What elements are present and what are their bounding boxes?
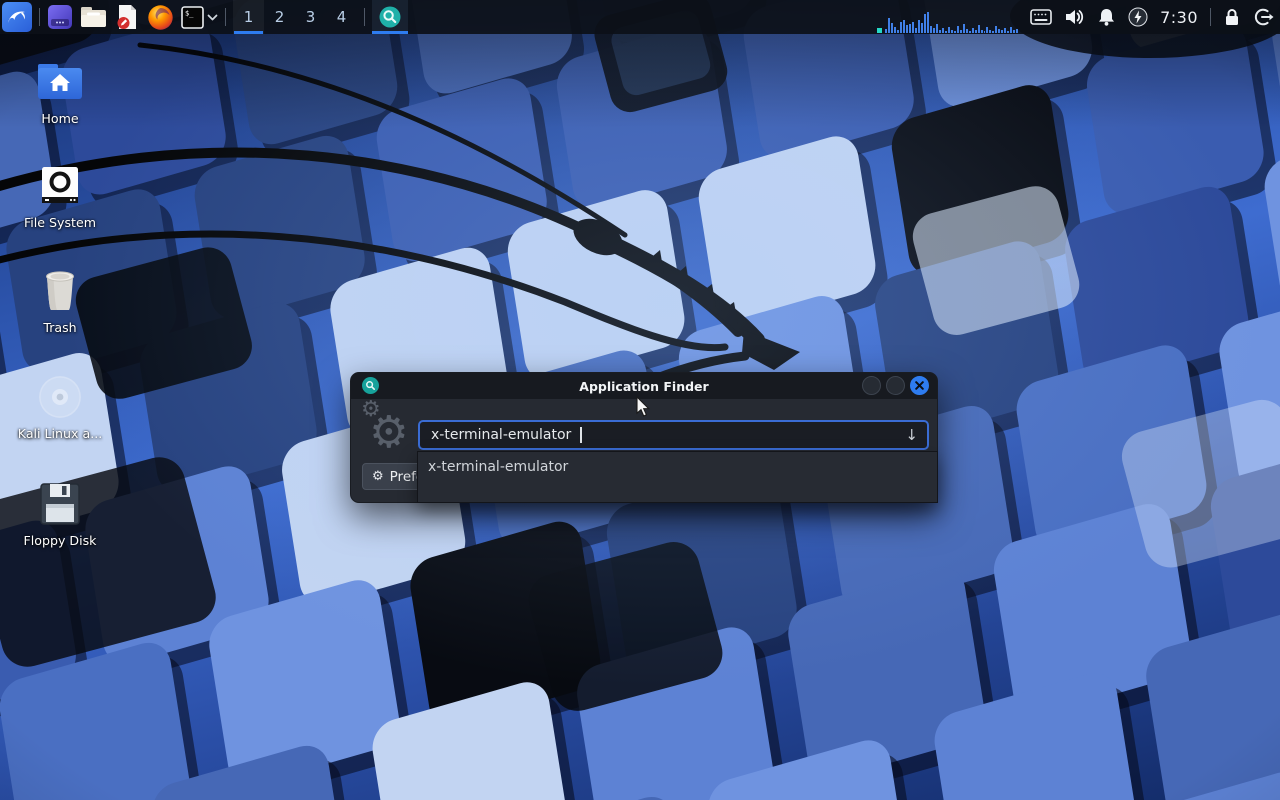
panel-right-section: 7:30 [877,0,1280,34]
workspace-number: 3 [306,8,316,26]
notification-bell-icon[interactable] [1097,7,1116,27]
application-finder-icon [362,377,379,394]
hard-drive-icon [12,162,108,210]
kali-dragon-icon [5,5,29,29]
gear-icon: ⚙ [372,469,384,484]
desktop-icon-label: Home [12,111,108,126]
panel-separator [225,8,226,26]
chevron-down-icon[interactable] [207,14,218,21]
kali-menu-button[interactable] [2,2,32,32]
power-manager-icon[interactable] [1128,7,1148,27]
workspace-number: 2 [275,8,285,26]
terminal-launcher[interactable]: $_ [181,0,218,34]
desktop-icon-label: Kali Linux a... [12,426,108,441]
workspace-button-3[interactable]: 3 [295,0,326,34]
completion-item[interactable]: x-terminal-emulator [418,452,937,475]
desktop-icon-kali-linux[interactable]: Kali Linux a... [12,373,108,441]
dropdown-arrow-icon[interactable]: ↓ [905,426,918,444]
firefox-icon [147,4,174,31]
desktop-icon-label: Floppy Disk [12,533,108,548]
workspace-button-4[interactable]: 4 [326,0,357,34]
workspace-button-2[interactable]: 2 [264,0,295,34]
desktop-icon-floppy-disk[interactable]: Floppy Disk [12,480,108,548]
workspace-pager: 1 2 3 4 [233,0,357,34]
text-editor-launcher[interactable] [114,0,140,34]
search-input-value: x-terminal-emulator [431,427,571,443]
application-finder-taskbar-button[interactable] [372,0,408,34]
panel-separator [39,8,40,26]
system-load-graph[interactable] [877,0,1018,34]
search-input[interactable]: x-terminal-emulator ↓ [418,420,929,450]
titlebar[interactable]: Application Finder [351,373,937,399]
disc-icon [12,373,108,421]
graph-marker [877,28,882,33]
workspace-number: 4 [337,8,347,26]
panel-separator [1210,8,1211,26]
search-icon [379,6,401,28]
window-title: Application Finder [351,379,937,394]
desktop-icon-label: File System [12,215,108,230]
minimize-button[interactable] [862,376,881,395]
document-icon [114,4,140,30]
clock[interactable]: 7:30 [1160,8,1198,27]
desktop-icon-label: Trash [12,320,108,335]
top-panel: $_ 1 2 3 4 [0,0,1280,34]
svg-text:$_: $_ [185,9,194,17]
maximize-button[interactable] [886,376,905,395]
gear-icon: ⚙ [369,411,408,455]
firefox-launcher[interactable] [147,0,174,34]
volume-icon[interactable] [1064,7,1085,27]
window-icon [47,4,73,30]
trash-can-icon [12,267,108,315]
workspace-button-1[interactable]: 1 [233,0,264,34]
desktop-icon-home[interactable]: Home [12,58,108,126]
workspace-number: 1 [244,8,254,26]
logout-icon[interactable] [1253,7,1274,27]
panel-separator [364,8,365,26]
terminal-icon: $_ [181,6,204,29]
home-folder-icon [12,58,108,106]
file-manager-launcher[interactable] [80,0,107,34]
close-icon [915,381,924,390]
close-button[interactable] [910,376,929,395]
window-switcher-launcher[interactable] [47,0,73,34]
keyboard-icon[interactable] [1030,9,1052,25]
text-caret [580,427,582,443]
desktop-icon-file-system[interactable]: File System [12,162,108,230]
completion-popup: x-terminal-emulator [417,451,938,503]
panel-left-section: $_ 1 2 3 4 [0,0,408,34]
desktop-icon-trash[interactable]: Trash [12,267,108,335]
lock-icon[interactable] [1223,7,1241,27]
floppy-disk-icon [12,480,108,528]
folder-icon [80,5,107,29]
